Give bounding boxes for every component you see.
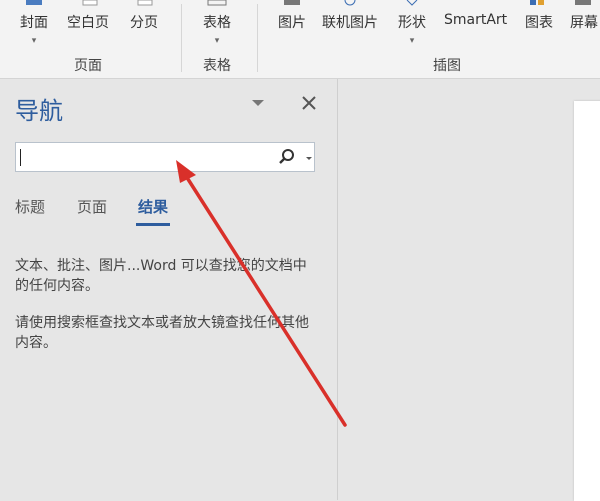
screenshot-button[interactable]: 屏幕 <box>570 0 598 48</box>
shapes-icon <box>406 0 418 6</box>
group-label-tables: 表格 <box>203 58 231 74</box>
close-icon[interactable] <box>300 94 318 112</box>
page-break-label: 分页 <box>130 15 158 31</box>
cover-page-label: 封面 <box>20 15 48 31</box>
tab-results[interactable]: 结果 <box>136 196 170 226</box>
chart-label: 图表 <box>525 15 553 31</box>
shapes-label: 形状 <box>398 15 426 31</box>
document-page[interactable] <box>574 101 600 501</box>
group-label-pages: 页面 <box>74 58 102 74</box>
cover-page-button[interactable]: 封面 ▾ <box>20 0 48 48</box>
active-tab-indicator <box>136 223 170 226</box>
chevron-down-icon[interactable] <box>303 149 315 165</box>
chevron-down-icon[interactable]: ▾ <box>215 36 220 46</box>
blank-page-label: 空白页 <box>67 15 109 31</box>
tab-results-label: 结果 <box>138 198 169 216</box>
chart-button[interactable]: 图表 <box>525 0 553 48</box>
online-pictures-label: 联机图片 <box>322 15 378 31</box>
online-picture-icon <box>344 0 356 6</box>
results-help-text: 文本、批注、图片...Word 可以查找您的文档中的任何内容。 <box>15 258 307 294</box>
picture-icon <box>284 0 300 5</box>
text-cursor <box>20 149 21 166</box>
chevron-down-icon[interactable]: ▾ <box>410 36 415 46</box>
pane-options-icon[interactable] <box>250 95 266 111</box>
page-break-icon <box>137 0 153 6</box>
table-label: 表格 <box>203 15 231 31</box>
blank-page-icon <box>82 0 98 6</box>
screenshot-label: 屏幕 <box>570 15 598 31</box>
search-input[interactable] <box>18 145 276 169</box>
blank-page-button[interactable]: 空白页 <box>67 0 109 48</box>
tab-headings[interactable]: 标题 <box>15 196 45 217</box>
chevron-down-icon[interactable]: ▾ <box>32 36 37 46</box>
chart-icon <box>530 0 544 5</box>
smartart-button[interactable]: SmartArt <box>444 0 507 48</box>
online-pictures-button[interactable]: 联机图片 <box>322 0 378 48</box>
cover-page-icon <box>26 0 42 5</box>
smartart-icon <box>465 0 487 6</box>
table-button[interactable]: 表格 ▾ <box>203 0 231 48</box>
navigation-pane: 导航 标题 页面 结果 文本、批注、图片...Word 可以查找您的文档中的任何… <box>0 79 337 500</box>
smartart-label: SmartArt <box>444 12 508 28</box>
screenshot-icon <box>575 0 591 5</box>
document-area <box>338 79 600 501</box>
nav-pane-title: 导航 <box>15 97 63 125</box>
pictures-button[interactable]: 图片 <box>278 0 306 48</box>
ribbon: 封面 ▾ 空白页 分页 页面 表格 ▾ 表格 图片 联机图片 形状 ▾ Smar… <box>0 0 600 79</box>
search-icon[interactable] <box>278 148 296 166</box>
group-divider <box>181 4 182 72</box>
group-divider <box>257 4 258 72</box>
shapes-button[interactable]: 形状 ▾ <box>398 0 426 48</box>
search-help-text: 请使用搜索框查找文本或者放大镜查找任何其他内容。 <box>15 315 309 351</box>
group-label-illustrations: 插图 <box>433 58 461 74</box>
pictures-label: 图片 <box>278 15 306 31</box>
page-break-button[interactable]: 分页 <box>130 0 158 48</box>
table-icon <box>207 0 227 6</box>
search-box[interactable] <box>15 142 315 172</box>
tab-pages[interactable]: 页面 <box>77 196 107 217</box>
